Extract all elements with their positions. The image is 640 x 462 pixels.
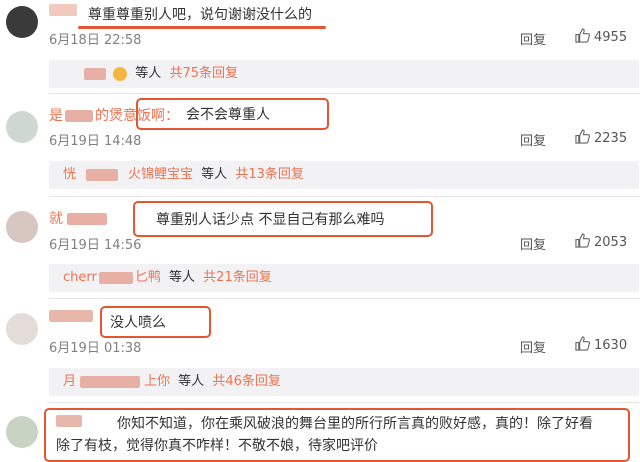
avatar[interactable] [6,313,38,345]
like-count: 2235 [594,131,628,146]
sub-replies-label: 等人 [201,167,228,182]
sub-reply-name[interactable]: 恍 [63,167,76,182]
sub-reply-name[interactable]: 月 [63,374,76,389]
name-redacted [49,4,77,16]
divider [49,93,640,94]
comment-time: 6月19日 14:48 [49,134,142,149]
thumbs-up-icon [575,336,590,351]
like-count: 2053 [594,235,628,250]
sub-replies-total[interactable]: 共46条回复 [212,374,281,389]
name-redacted [86,168,119,181]
sub-replies[interactable]: 恍 火锦鲤宝宝 等人 共13条回复 [49,161,639,189]
like-button[interactable]: 2053 [575,233,627,250]
comment-text: 没人喷么 [110,315,166,331]
divider [49,196,640,197]
sub-replies[interactable]: 月 上你 等人 共46条回复 [49,368,639,396]
sub-reply-name[interactable]: 匕鸭 [135,270,161,285]
comment-text: 尊重别人话少点 不显自己有那么难吗 [156,212,385,228]
sub-replies-label: 等人 [135,66,162,81]
sub-replies[interactable]: cherr 匕鸭 等人 共21条回复 [49,264,639,292]
avatar[interactable] [6,416,38,448]
name-redacted [84,67,106,80]
reply-button[interactable]: 回复 [520,337,546,356]
sub-replies-total[interactable]: 共75条回复 [169,66,238,81]
comment-time: 6月19日 14:56 [49,238,142,253]
comment-time: 6月19日 01:38 [49,341,142,356]
reply-button[interactable]: 回复 [520,29,546,48]
sub-replies-total[interactable]: 共21条回复 [203,270,272,285]
like-button[interactable]: 2235 [575,129,627,146]
avatar[interactable] [6,6,38,38]
sub-reply-name[interactable]: cherr [63,270,97,285]
sub-replies-label: 等人 [169,270,196,285]
like-count: 1630 [594,338,628,353]
comment-time: 6月18日 22:58 [49,33,142,48]
name-redacted [98,271,133,284]
like-count: 4955 [594,30,628,45]
sub-reply-name[interactable]: 火锦鲤宝宝 [128,167,193,182]
comment-text: 尊重尊重别人吧，说句谢谢没什么的 [88,7,312,23]
sub-replies-label: 等人 [178,374,205,389]
name-redacted [56,415,82,427]
sub-reply-name[interactable]: 上你 [144,374,170,389]
reply-button[interactable]: 回复 [520,234,546,253]
emoji-icon [113,66,128,81]
thumbs-up-icon [575,233,590,248]
like-button[interactable]: 1630 [575,336,627,353]
commenter-name[interactable]: 就 [49,208,107,228]
name-redacted [80,375,141,388]
thumbs-up-icon [575,129,590,144]
comment-text-line2: 除了有枝，觉得你真不咋样！不敬不娘，待家吧评价 [56,438,378,454]
avatar[interactable] [6,211,38,243]
sub-replies[interactable]: 等人 共75条回复 [49,60,639,88]
thumbs-up-icon [575,28,590,43]
avatar[interactable] [6,111,38,143]
divider [49,298,640,299]
like-button[interactable]: 4955 [575,28,627,45]
comment-text: 你知不知道，你在乘风破浪的舞台里的所行所言真的败好感，真的！除了好看 [117,416,593,432]
name-redacted [49,310,93,322]
divider [49,402,640,403]
reply-button[interactable]: 回复 [520,130,546,149]
sub-replies-total[interactable]: 共13条回复 [235,167,304,182]
comment-text: 会不会尊重人 [186,107,270,123]
